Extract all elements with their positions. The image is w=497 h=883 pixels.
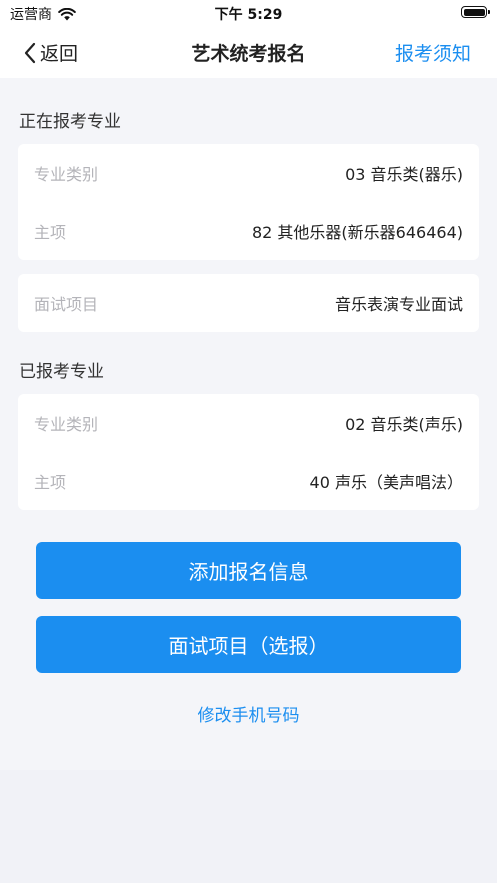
back-button[interactable]: 返回 — [24, 39, 78, 66]
current-main-value: 82 其他乐器(新乐器646464) — [251, 223, 463, 242]
applied-main-label: 主项 — [34, 473, 67, 492]
current-category-label: 专业类别 — [34, 165, 99, 184]
bottom-background — [0, 770, 497, 883]
current-major-section-title: 正在报考专业 — [19, 112, 121, 132]
status-time: 下午 5:29 — [214, 7, 283, 23]
back-label: 返回 — [40, 43, 79, 65]
current-main-label: 主项 — [34, 223, 67, 242]
registration-notice-link[interactable]: 报考须知 — [395, 39, 471, 66]
interview-row: 面试项目 音乐表演专业面试 — [18, 274, 479, 332]
current-major-card: 专业类别 03 音乐类(器乐) 主项 82 其他乐器(新乐器646464) — [18, 144, 479, 260]
applied-category-label: 专业类别 — [34, 415, 99, 434]
change-phone-link[interactable]: 修改手机号码 — [0, 701, 497, 726]
status-bar: 运营商 下午 5:29 — [0, 0, 497, 26]
applied-category-row: 专业类别 02 音乐类(声乐) — [18, 394, 479, 452]
current-category-value: 03 音乐类(器乐) — [345, 165, 463, 184]
add-registration-button[interactable]: 添加报名信息 — [36, 542, 461, 599]
current-main-row: 主项 82 其他乐器(新乐器646464) — [18, 202, 479, 260]
applied-category-value: 02 音乐类(声乐) — [345, 415, 463, 434]
battery-icon — [461, 6, 490, 18]
navigation-bar: 返回 艺术统考报名 报考须知 — [0, 26, 497, 78]
interview-value: 音乐表演专业面试 — [334, 295, 463, 314]
applied-main-row: 主项 40 声乐（美声唱法） — [18, 452, 479, 510]
current-category-row: 专业类别 03 音乐类(器乐) — [18, 144, 479, 202]
applied-main-value: 40 声乐（美声唱法） — [309, 473, 463, 492]
applied-major-card: 专业类别 02 音乐类(声乐) 主项 40 声乐（美声唱法） — [18, 394, 479, 510]
interview-optional-button[interactable]: 面试项目（选报） — [36, 616, 461, 673]
interview-label: 面试项目 — [34, 295, 99, 314]
applied-major-section-title: 已报考专业 — [19, 362, 104, 382]
interview-card: 面试项目 音乐表演专业面试 — [18, 274, 479, 332]
chevron-left-icon — [24, 42, 36, 63]
